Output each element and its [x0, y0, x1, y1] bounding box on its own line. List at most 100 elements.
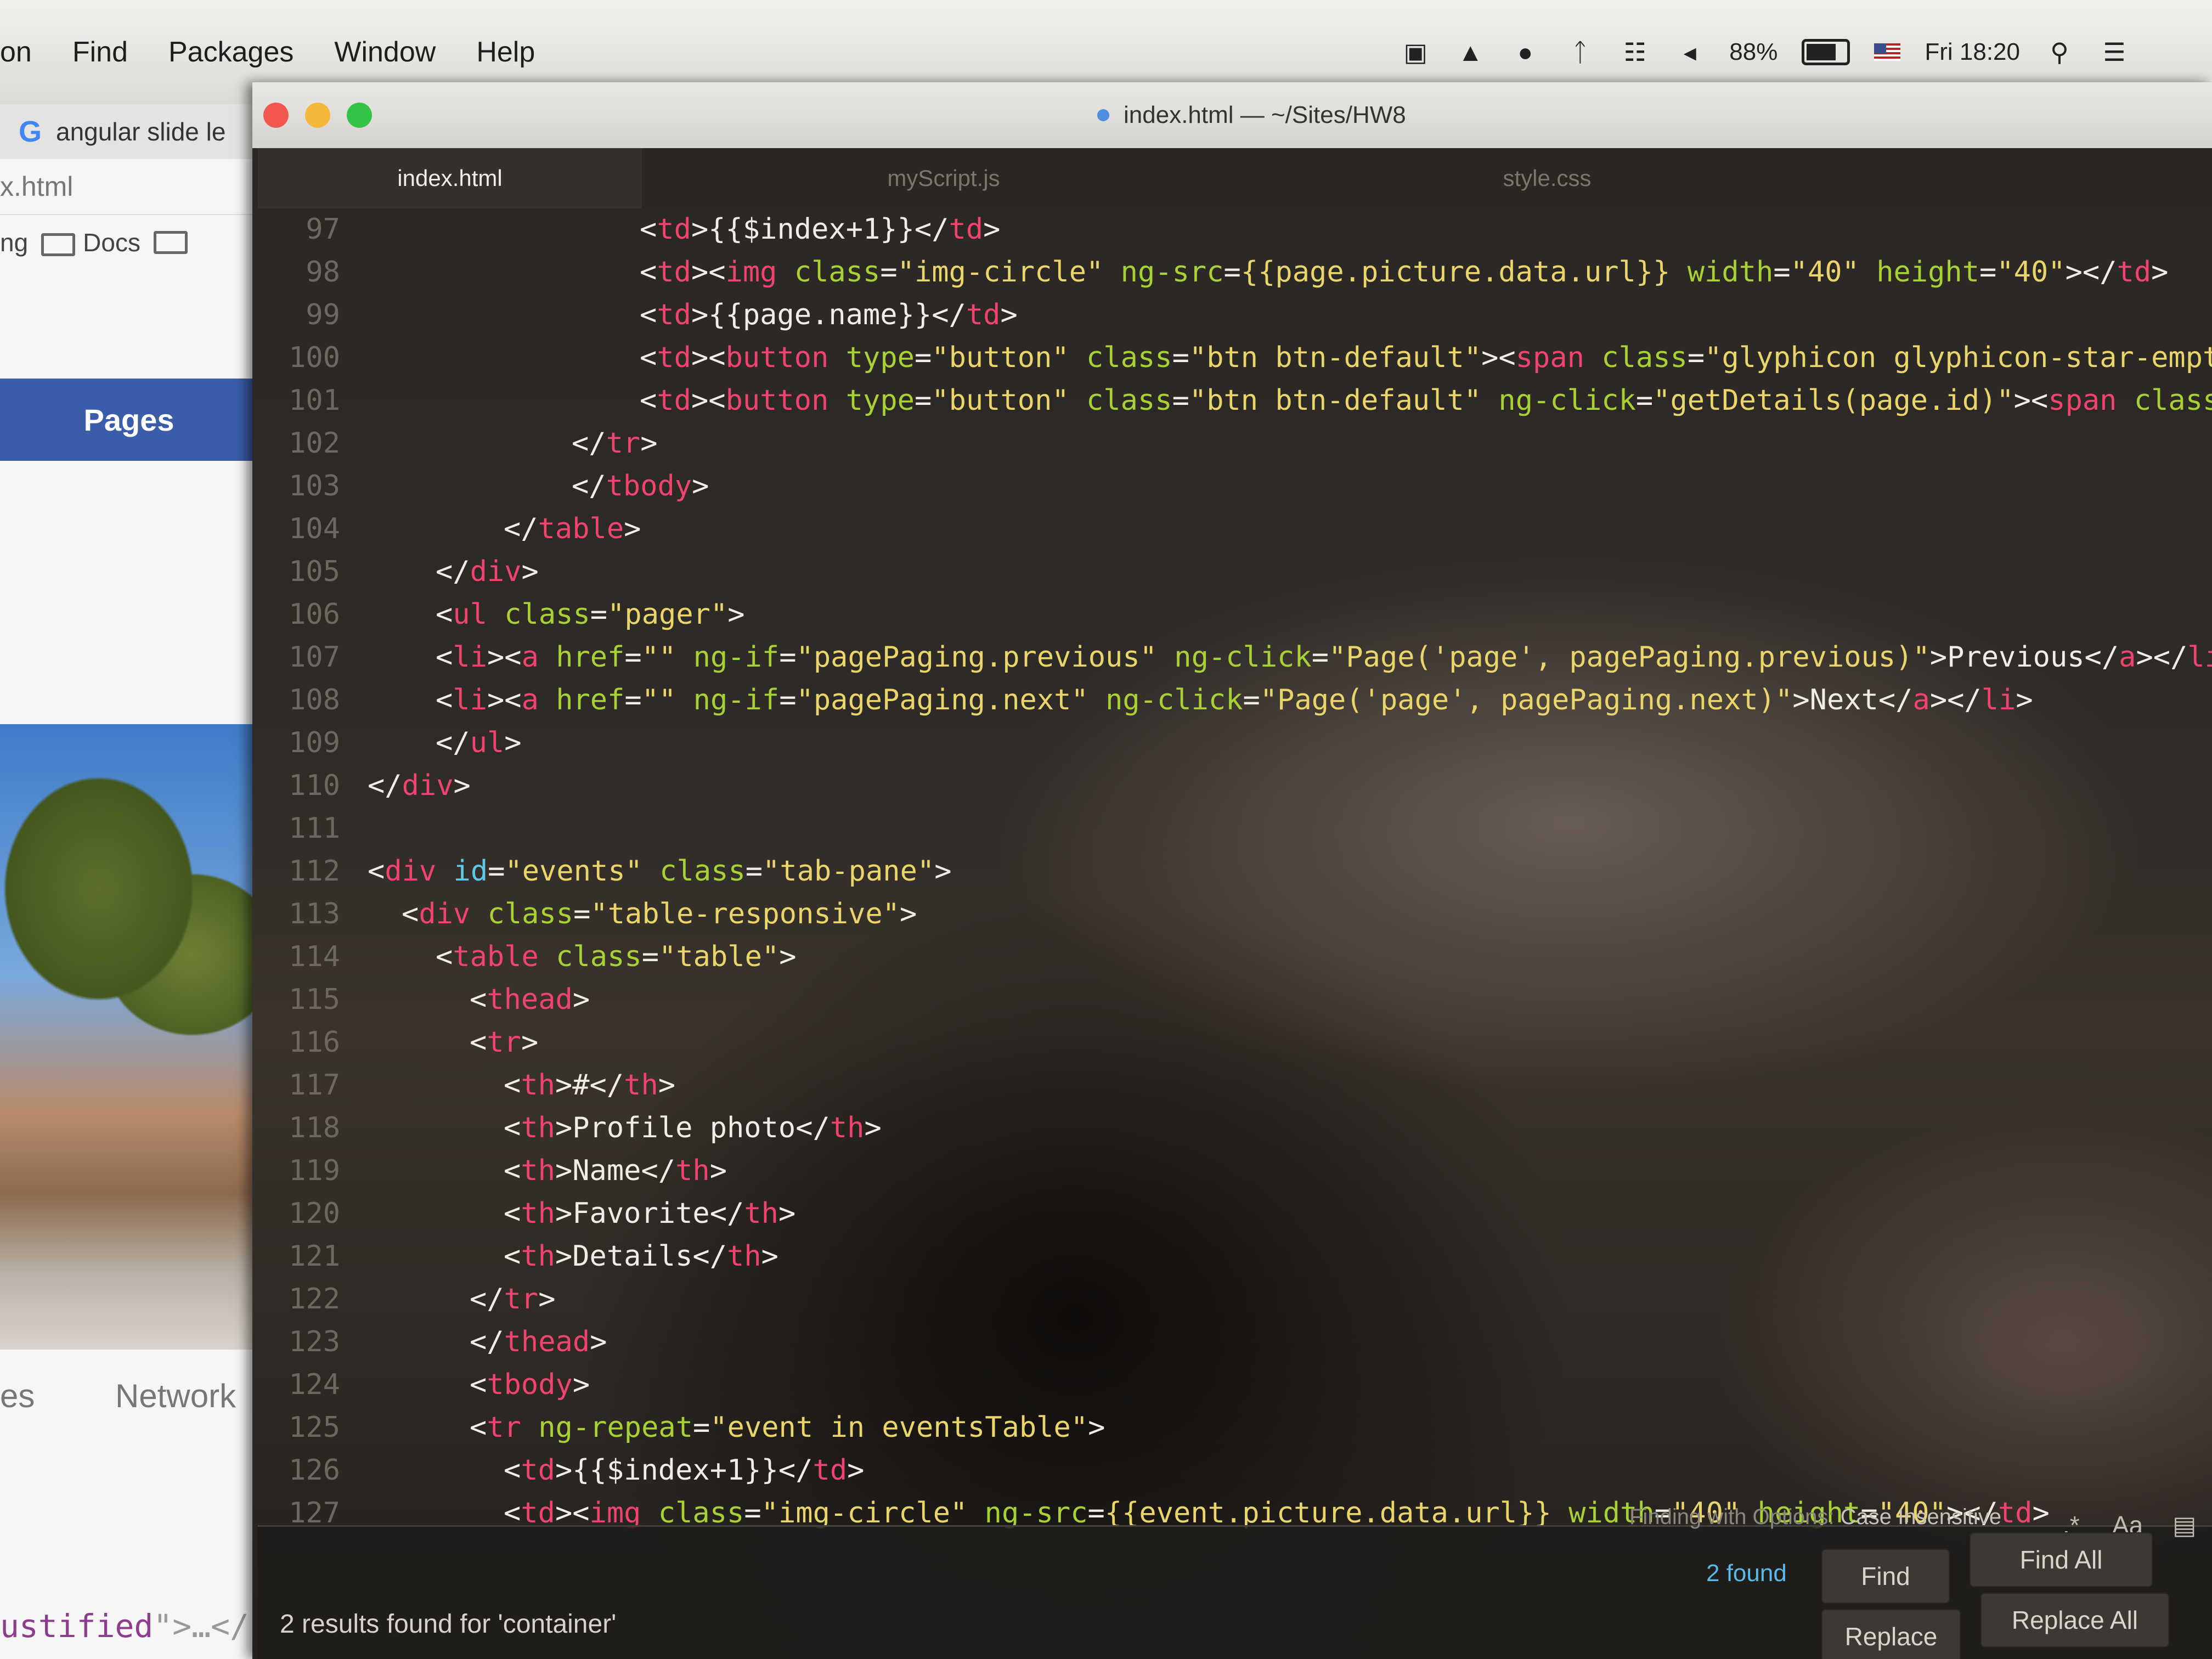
code-line[interactable]: 111	[258, 808, 368, 849]
code-line[interactable]: 118 < th >Profile photo</th >	[258, 1107, 882, 1149]
code-line[interactable]: 97 < td >{{$index+1}}</td >	[258, 208, 1000, 250]
line-number: 120	[289, 1197, 340, 1230]
code-token: "pagePaging.next"	[796, 684, 1088, 716]
code-token: class	[556, 940, 642, 973]
code-line[interactable]: 124 < tbody >	[258, 1364, 590, 1406]
find-all-button[interactable]: Find All	[1970, 1532, 2153, 1587]
code-line[interactable]: 100 < td >< button type = "button" class = "btn …	[258, 337, 2212, 379]
us-flag-icon[interactable]	[1874, 43, 1901, 61]
code-token: div	[419, 898, 471, 930]
wechat-icon[interactable]: ●	[1510, 38, 1541, 66]
bookmark-item[interactable]: ng	[0, 228, 28, 257]
code-line[interactable]: 120 < th >Favorite</th >	[258, 1193, 795, 1234]
replace-all-button[interactable]: Replace All	[1980, 1593, 2169, 1647]
minimize-button[interactable]	[305, 103, 330, 128]
battery-icon[interactable]	[1802, 39, 1850, 65]
code-line[interactable]: 110 </div >	[258, 765, 471, 806]
zoom-button[interactable]	[347, 103, 372, 128]
code-token: ng-repeat	[538, 1411, 693, 1444]
code-token: <	[504, 1497, 521, 1530]
line-number: 101	[289, 384, 340, 417]
replace-button[interactable]: Replace	[1821, 1609, 1961, 1659]
wifi-icon[interactable]: ☷	[1620, 38, 1650, 66]
menu-item-window[interactable]: Window	[334, 36, 436, 69]
selection-toggle-icon[interactable]: ▤	[2172, 1510, 2196, 1540]
code-line[interactable]: 119 < th >Name</th >	[258, 1150, 727, 1192]
code-token: ><	[487, 641, 522, 674]
code-token: >	[2151, 256, 2169, 289]
code-line[interactable]: 115 < thead >	[258, 979, 590, 1020]
code-token: =	[1172, 341, 1189, 374]
code-line[interactable]: 121 < th >Details</th >	[258, 1235, 778, 1277]
code-line[interactable]: 101 < td >< button type = "button" class = "btn …	[258, 380, 2212, 421]
line-number: 121	[289, 1240, 340, 1273]
code-line[interactable]: 104 </table >	[258, 508, 641, 550]
menu-item-find[interactable]: Find	[72, 36, 128, 69]
battery-percent[interactable]: 88%	[1729, 38, 1778, 66]
code-token: </	[572, 470, 606, 503]
devtools-tab-network[interactable]: Network	[115, 1378, 236, 1414]
bookmark-docs[interactable]: Docs	[41, 228, 140, 257]
code-token: td	[966, 298, 1001, 331]
code-token: <	[640, 298, 657, 331]
code-editor[interactable]: 97 < td >{{$index+1}}</td >98 < td >< img class =…	[258, 208, 2212, 1530]
bluetooth-icon[interactable]: ᛏ	[1565, 38, 1595, 66]
code-token: "btn btn-default"	[1189, 341, 1482, 374]
tab-index-html[interactable]: index.html	[258, 148, 642, 208]
code-token: tr	[487, 1026, 521, 1059]
code-token: >Name</	[555, 1154, 676, 1187]
code-token: span	[2048, 384, 2117, 417]
browser-tab[interactable]: G angular slide le	[0, 104, 258, 159]
code-line[interactable]: 102 </tr >	[258, 422, 657, 464]
code-line[interactable]: 103 </tbody >	[258, 465, 709, 507]
code-line[interactable]: 105 </div >	[258, 551, 539, 592]
menu-item-help[interactable]: Help	[476, 36, 535, 69]
devtools-dom-line[interactable]: ustified">…</	[0, 1607, 249, 1645]
close-button[interactable]	[263, 103, 289, 128]
code-token: <	[470, 983, 487, 1016]
code-line[interactable]: 109 </ul >	[258, 722, 521, 764]
code-token: <	[436, 598, 453, 631]
list-icon[interactable]: ☰	[2099, 38, 2130, 66]
nav-item-pages[interactable]: Pages	[0, 379, 258, 461]
address-bar[interactable]: x.html	[0, 159, 258, 215]
tab-style-css[interactable]: style.css	[1245, 148, 1849, 208]
folder-icon[interactable]	[153, 231, 188, 254]
code-line[interactable]: 98 < td >< img class = "img-circle" ng-src = {{p…	[258, 251, 2168, 293]
code-line[interactable]: 107 < li >< a href = "" ng-if = "pagePaging.prev…	[258, 636, 2212, 678]
code-line[interactable]: 125 < tr ng-repeat = "event in eventsTable" >	[258, 1407, 1105, 1448]
code-line[interactable]: 117 < th >#</th >	[258, 1064, 675, 1106]
volume-icon[interactable]: ◂	[1674, 38, 1705, 66]
screen-share-icon[interactable]: ▣	[1400, 38, 1431, 66]
search-icon[interactable]: ⚲	[2044, 38, 2075, 66]
clock[interactable]: Fri 18:20	[1925, 38, 2020, 66]
menu-item-packages[interactable]: Packages	[168, 36, 294, 69]
menu-item-app[interactable]: on	[0, 36, 32, 69]
code-line[interactable]: 99 < td >{{page.name}}</td >	[258, 294, 1017, 336]
devtools-tab-partial[interactable]: es	[0, 1378, 35, 1414]
code-line[interactable]: 114 < table class = "table" >	[258, 936, 796, 978]
code-token: <	[640, 256, 657, 289]
tab-myscript-js[interactable]: myScript.js	[642, 148, 1245, 208]
code-line[interactable]: 113 < div class = "table-responsive" >	[258, 893, 917, 935]
code-token: ng-if	[693, 684, 780, 716]
code-token: >Details</	[555, 1240, 727, 1273]
code-line[interactable]: 108 < li >< a href = "" ng-if = "pagePaging.next…	[258, 679, 2033, 721]
code-line[interactable]: 112 < div id = "events" class = "tab-pane" >	[258, 850, 951, 892]
code-line[interactable]: 116 < tr >	[258, 1022, 538, 1063]
hat-icon[interactable]: ▲	[1455, 38, 1486, 66]
code-line[interactable]: 122 </tr >	[258, 1278, 555, 1320]
find-button[interactable]: Find	[1821, 1549, 1950, 1604]
code-line[interactable]: 106 < ul class = "pager" >	[258, 594, 745, 635]
browser-window: G angular slide le x.html ng Docs Pages …	[0, 104, 258, 1659]
code-token: </	[368, 769, 402, 802]
code-line[interactable]: 123 </thead >	[258, 1321, 607, 1363]
code-token: "button"	[932, 341, 1069, 374]
code-token: type	[845, 384, 915, 417]
code-token: li	[453, 684, 487, 716]
devtools-tabs: es Network	[0, 1377, 258, 1415]
code-line[interactable]: 126 < td >{{$index+1}}</td >	[258, 1449, 864, 1491]
